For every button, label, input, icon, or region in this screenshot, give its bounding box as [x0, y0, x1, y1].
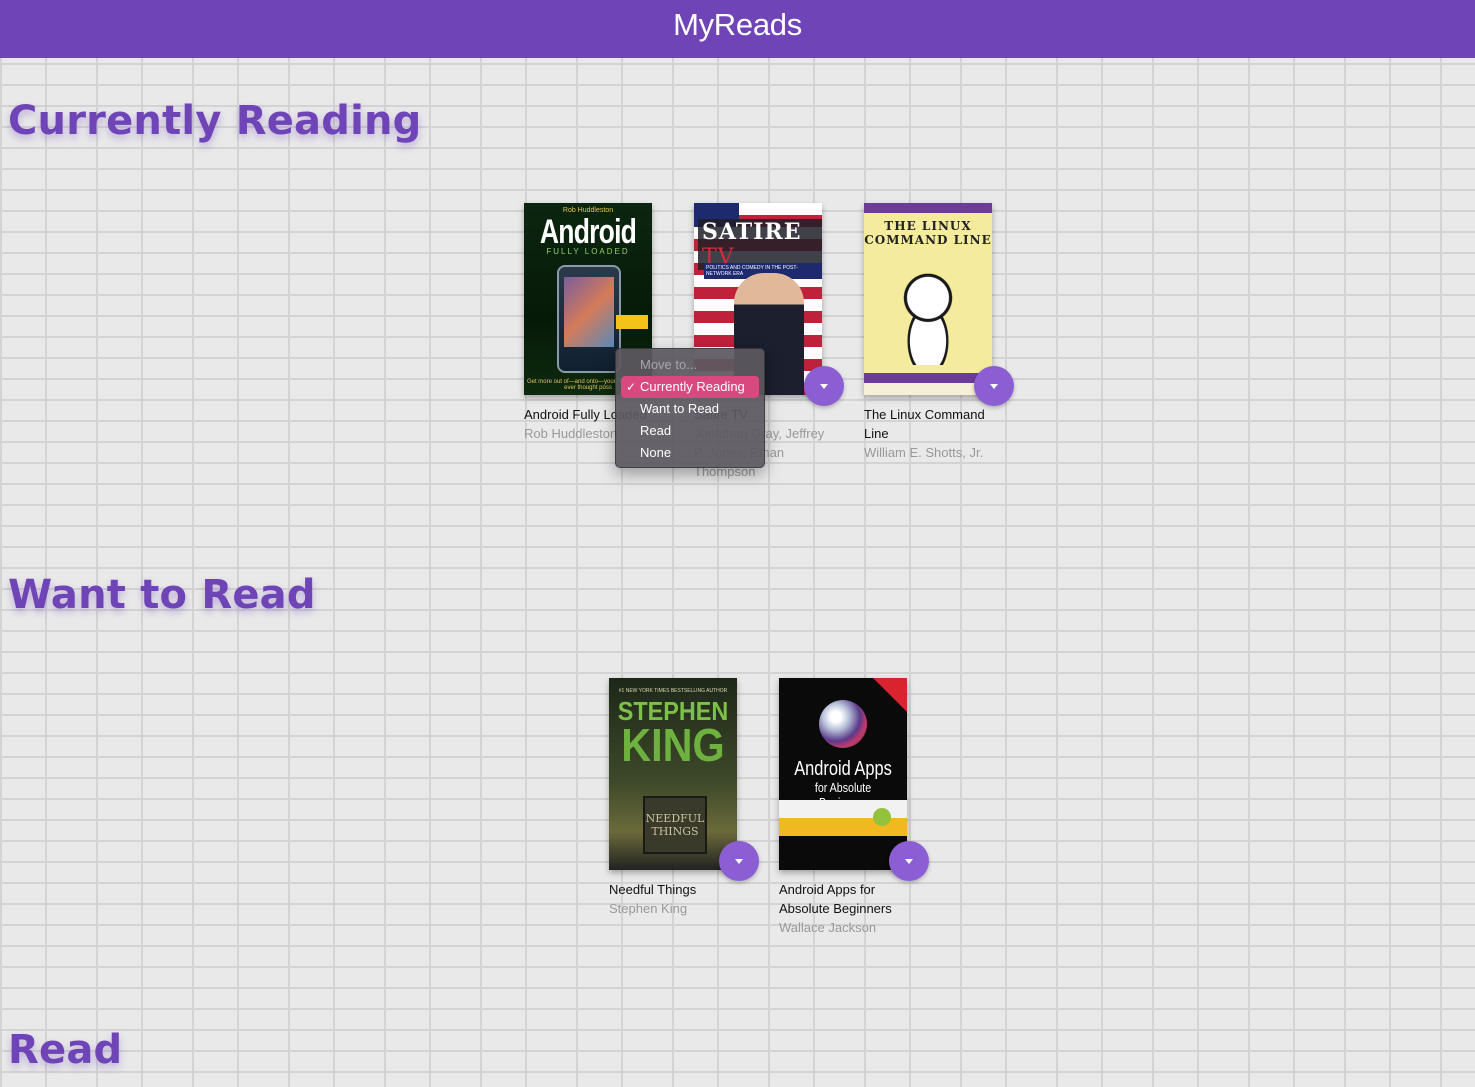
sphere-illustration	[819, 700, 867, 748]
shelf-title-want-to-read: Want to Read	[8, 572, 316, 618]
chevron-down-icon	[735, 858, 743, 864]
menu-option-label: Want to Read	[640, 401, 720, 416]
chevron-down-icon	[990, 383, 998, 389]
shelf-title-read: Read	[8, 1027, 123, 1073]
phone-illustration	[557, 265, 621, 373]
chevron-down-icon	[905, 858, 913, 864]
shelf-changer-button[interactable]	[974, 366, 1014, 406]
book-author: William E. Shotts, Jr.	[864, 445, 984, 460]
shelf-title-currently-reading: Currently Reading	[8, 98, 422, 144]
cover-author-last: KING	[621, 719, 725, 771]
cover-sign: NEEDFUL THINGS	[643, 796, 707, 854]
book-cover[interactable]: THE LINUX COMMAND LINE	[864, 203, 992, 395]
shelf-changer-button[interactable]	[804, 366, 844, 406]
app-title: MyReads	[673, 7, 802, 42]
checkmark-icon: ✓	[626, 380, 637, 394]
shelf-select-menu[interactable]: Move to... ✓ Currently Reading Want to R…	[615, 348, 765, 468]
cover-subtitle: FULLY LOADED	[546, 247, 630, 256]
book-title: Needful Things	[609, 882, 697, 897]
app-header: MyReads	[0, 0, 1475, 58]
cover-title: Android Apps	[794, 758, 892, 780]
cover-corner-ribbon	[873, 678, 907, 712]
menu-option-label: Currently Reading	[640, 379, 745, 394]
book-author: Stephen King	[609, 901, 688, 916]
android-logo-icon	[873, 808, 891, 826]
menu-option-read[interactable]: Read	[621, 420, 759, 442]
menu-option-label: Read	[640, 423, 672, 438]
robot-illustration	[886, 269, 970, 365]
book-title: Android Apps for Absolute Beginners	[779, 882, 892, 916]
book-title: The Linux Command Line	[864, 407, 985, 441]
book-author: Wallace Jackson	[779, 920, 877, 935]
menu-option-currently-reading[interactable]: ✓ Currently Reading	[621, 376, 759, 398]
menu-option-label: None	[640, 445, 672, 460]
cover-title: THE LINUX COMMAND LINE	[864, 219, 992, 247]
book-android-apps-beginners[interactable]: Android Apps for Absolute Beginners Andr…	[779, 678, 929, 937]
cover-tagline: #1 NEW YORK TIMES BESTSELLING AUTHOR	[618, 688, 728, 694]
book-linux-command-line[interactable]: THE LINUX COMMAND LINE The Linux Command …	[864, 203, 1014, 462]
book-cover[interactable]: Android Apps for Absolute Beginners	[779, 678, 907, 870]
shelf-changer-button[interactable]	[719, 841, 759, 881]
shelf-changer-button[interactable]	[889, 841, 929, 881]
menu-header-move-to: Move to...	[640, 357, 698, 372]
cover-badge	[616, 315, 648, 329]
menu-option-none[interactable]: None	[621, 442, 759, 464]
book-needful-things[interactable]: #1 NEW YORK TIMES BESTSELLING AUTHOR STE…	[609, 678, 759, 918]
menu-option-want-to-read[interactable]: Want to Read	[621, 398, 759, 420]
book-cover[interactable]: #1 NEW YORK TIMES BESTSELLING AUTHOR STE…	[609, 678, 737, 870]
chevron-down-icon	[820, 383, 828, 389]
